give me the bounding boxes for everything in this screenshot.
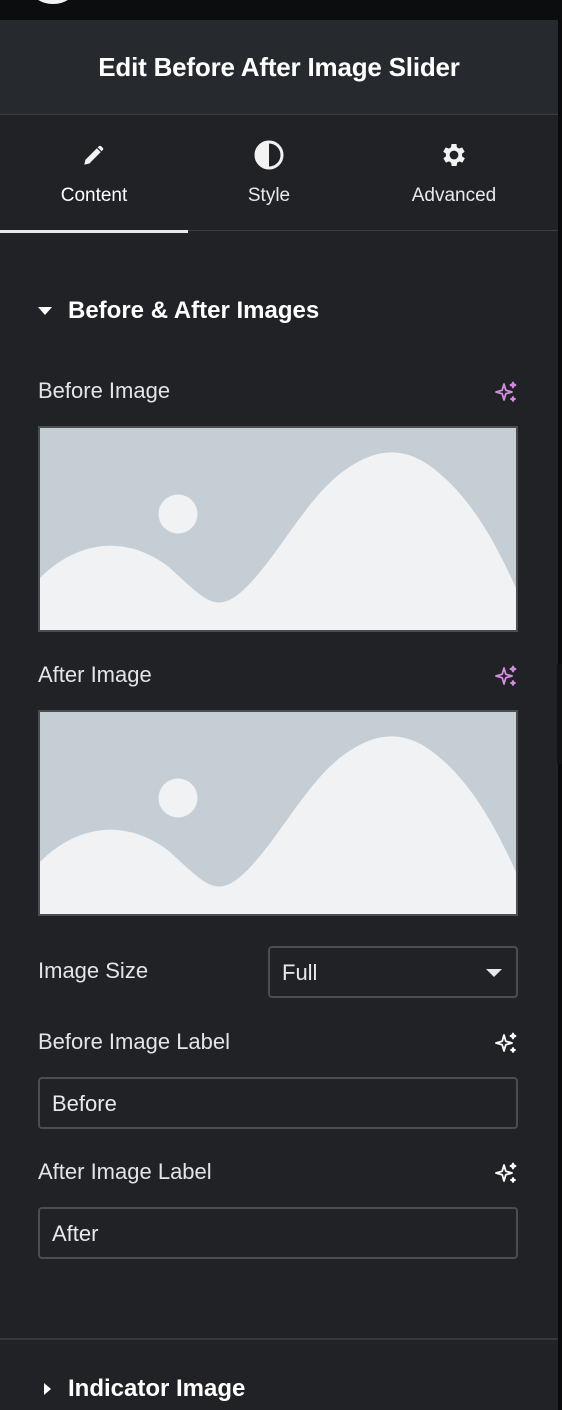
tab-bar: Content Style Advanced — [0, 115, 558, 233]
input-value: After — [52, 1221, 99, 1246]
panel-title: Edit Before After Image Slider — [98, 51, 460, 82]
ai-sparkle-icon[interactable] — [494, 1031, 518, 1055]
tab-label: Content — [60, 185, 128, 206]
section-toggle-indicator-image[interactable]: Indicator Image — [0, 1340, 558, 1410]
caret-down-icon — [38, 307, 52, 315]
after-label-field-label: After Image Label — [38, 1159, 212, 1184]
tab-advanced[interactable]: Advanced — [350, 115, 558, 230]
tab-label: Style — [247, 185, 291, 206]
section-title: Before & After Images — [68, 297, 320, 324]
avatar[interactable] — [30, 0, 76, 4]
tab-style[interactable]: Style — [188, 115, 350, 230]
section-toggle-before-after[interactable]: Before & After Images — [38, 294, 319, 328]
pencil-icon — [78, 139, 110, 171]
after-image-label: After Image — [38, 662, 152, 687]
image-placeholder-icon — [40, 428, 516, 630]
contrast-icon — [253, 139, 285, 171]
tab-label: Advanced — [411, 185, 497, 206]
after-label-input[interactable]: After — [38, 1207, 518, 1259]
image-size-select[interactable]: Full — [268, 946, 518, 998]
caret-right-icon — [44, 1383, 51, 1395]
image-size-label: Image Size — [38, 958, 149, 983]
after-image-picker[interactable] — [38, 710, 518, 916]
before-label-input[interactable]: Before — [38, 1077, 518, 1129]
select-value: Full — [282, 960, 318, 985]
image-placeholder-icon — [40, 712, 516, 914]
before-image-label: Before Image — [38, 378, 171, 403]
gear-icon — [438, 139, 470, 171]
chevron-down-icon — [486, 969, 502, 977]
input-value: Before — [52, 1091, 117, 1116]
section-title: Indicator Image — [68, 1375, 246, 1402]
top-bar — [0, 0, 562, 20]
tab-content[interactable]: Content — [0, 115, 188, 233]
before-label-field-label: Before Image Label — [38, 1029, 231, 1054]
before-image-picker[interactable] — [38, 426, 518, 632]
ai-sparkle-icon[interactable] — [494, 664, 518, 688]
scrollbar-thumb[interactable] — [557, 664, 562, 764]
panel-header: Edit Before After Image Slider — [0, 20, 558, 115]
ai-sparkle-icon[interactable] — [494, 380, 518, 404]
ai-sparkle-icon[interactable] — [494, 1161, 518, 1185]
